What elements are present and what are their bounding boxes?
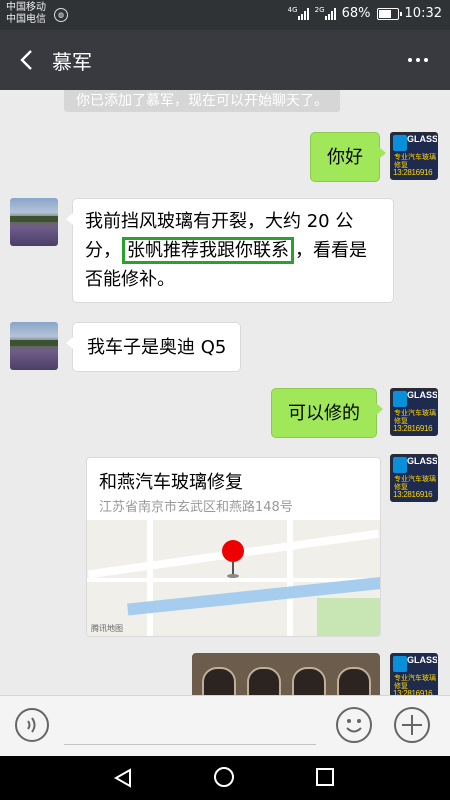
message-input-bar: [0, 695, 450, 756]
my-avatar[interactable]: GLASS 专业汽车玻璃修复 13:2816916: [390, 653, 438, 695]
plus-icon: [402, 715, 422, 735]
system-navigation-bar: [0, 756, 450, 800]
message-line-2: 分， 张帆推荐我跟你联系 ，看看是: [85, 236, 381, 265]
message-line-1: 我前挡风玻璃有开裂，大约 20 公: [85, 211, 354, 232]
map-pin-icon: [222, 540, 244, 562]
contact-avatar[interactable]: [10, 322, 58, 370]
clock: 10:32: [404, 6, 442, 21]
signal-icon-1: 4G: [288, 6, 309, 20]
message-bubble-sent[interactable]: 你好: [310, 132, 386, 182]
system-notice: 你已添加了慕军，现在可以开始聊天了。: [64, 90, 340, 112]
signal-icon-2: 2G: [315, 6, 336, 20]
message-text: 我车子是奥迪 Q5: [87, 337, 227, 358]
message-bubble-received[interactable]: 我车子是奥迪 Q5: [65, 322, 242, 372]
image-message[interactable]: [192, 653, 380, 695]
more-options-icon[interactable]: [408, 58, 428, 62]
message-input-field[interactable]: [64, 744, 316, 745]
chat-title: 慕军: [52, 50, 92, 74]
location-map[interactable]: 腾讯地图: [87, 520, 380, 636]
nav-home-icon[interactable]: [214, 767, 234, 787]
message-bubble-sent[interactable]: 可以修的: [271, 388, 383, 438]
message-line-3: 否能修补。: [85, 269, 175, 290]
voice-icon: [27, 717, 36, 733]
message-text: 可以修的: [288, 403, 360, 424]
back-arrow-icon[interactable]: [16, 48, 40, 72]
more-functions-button[interactable]: [394, 707, 430, 743]
carrier-labels: 中国移动 中国电信: [6, 2, 46, 26]
my-avatar[interactable]: GLASS 专业汽车玻璃修复 13:2816916: [390, 132, 438, 180]
status-right: 4G 2G 68% 10:32: [288, 6, 442, 22]
nav-recent-apps-icon[interactable]: [316, 768, 334, 786]
my-avatar[interactable]: GLASS 专业汽车玻璃修复 13:2816916: [390, 454, 438, 502]
voice-input-button[interactable]: [15, 708, 49, 742]
location-name: 和燕汽车玻璃修复: [99, 472, 243, 493]
status-bar: 中国移动 中国电信 ◍ 4G 2G 68% 10:32: [0, 0, 450, 30]
battery-percent: 68%: [341, 6, 371, 21]
highlighted-phrase: 张帆推荐我跟你联系: [122, 237, 294, 264]
contact-avatar[interactable]: [10, 198, 58, 246]
carrier-1: 中国移动: [6, 2, 46, 13]
location-address: 江苏省南京市玄武区和燕路148号: [99, 500, 293, 515]
chat-message-list[interactable]: 你已添加了慕军，现在可以开始聊天了。 你好 GLASS 专业汽车玻璃修复 13:…: [0, 90, 450, 695]
nav-back-icon[interactable]: [112, 767, 134, 789]
emoji-button[interactable]: [336, 707, 372, 743]
map-credit: 腾讯地图: [91, 624, 123, 633]
battery-icon: [376, 7, 402, 20]
message-bubble-received[interactable]: 我前挡风玻璃有开裂，大约 20 公 分， 张帆推荐我跟你联系 ，看看是 否能修补。: [66, 198, 394, 303]
emoji-icon: [346, 719, 362, 733]
message-text: 你好: [327, 147, 363, 168]
carrier-2: 中国电信: [6, 14, 46, 25]
notification-icon: ◍: [54, 8, 68, 22]
my-avatar[interactable]: GLASS 专业汽车玻璃修复 13:2816916: [390, 388, 438, 436]
location-message-card[interactable]: 和燕汽车玻璃修复 江苏省南京市玄武区和燕路148号 腾讯地图: [86, 457, 381, 637]
chat-title-bar: 慕军: [0, 30, 450, 90]
